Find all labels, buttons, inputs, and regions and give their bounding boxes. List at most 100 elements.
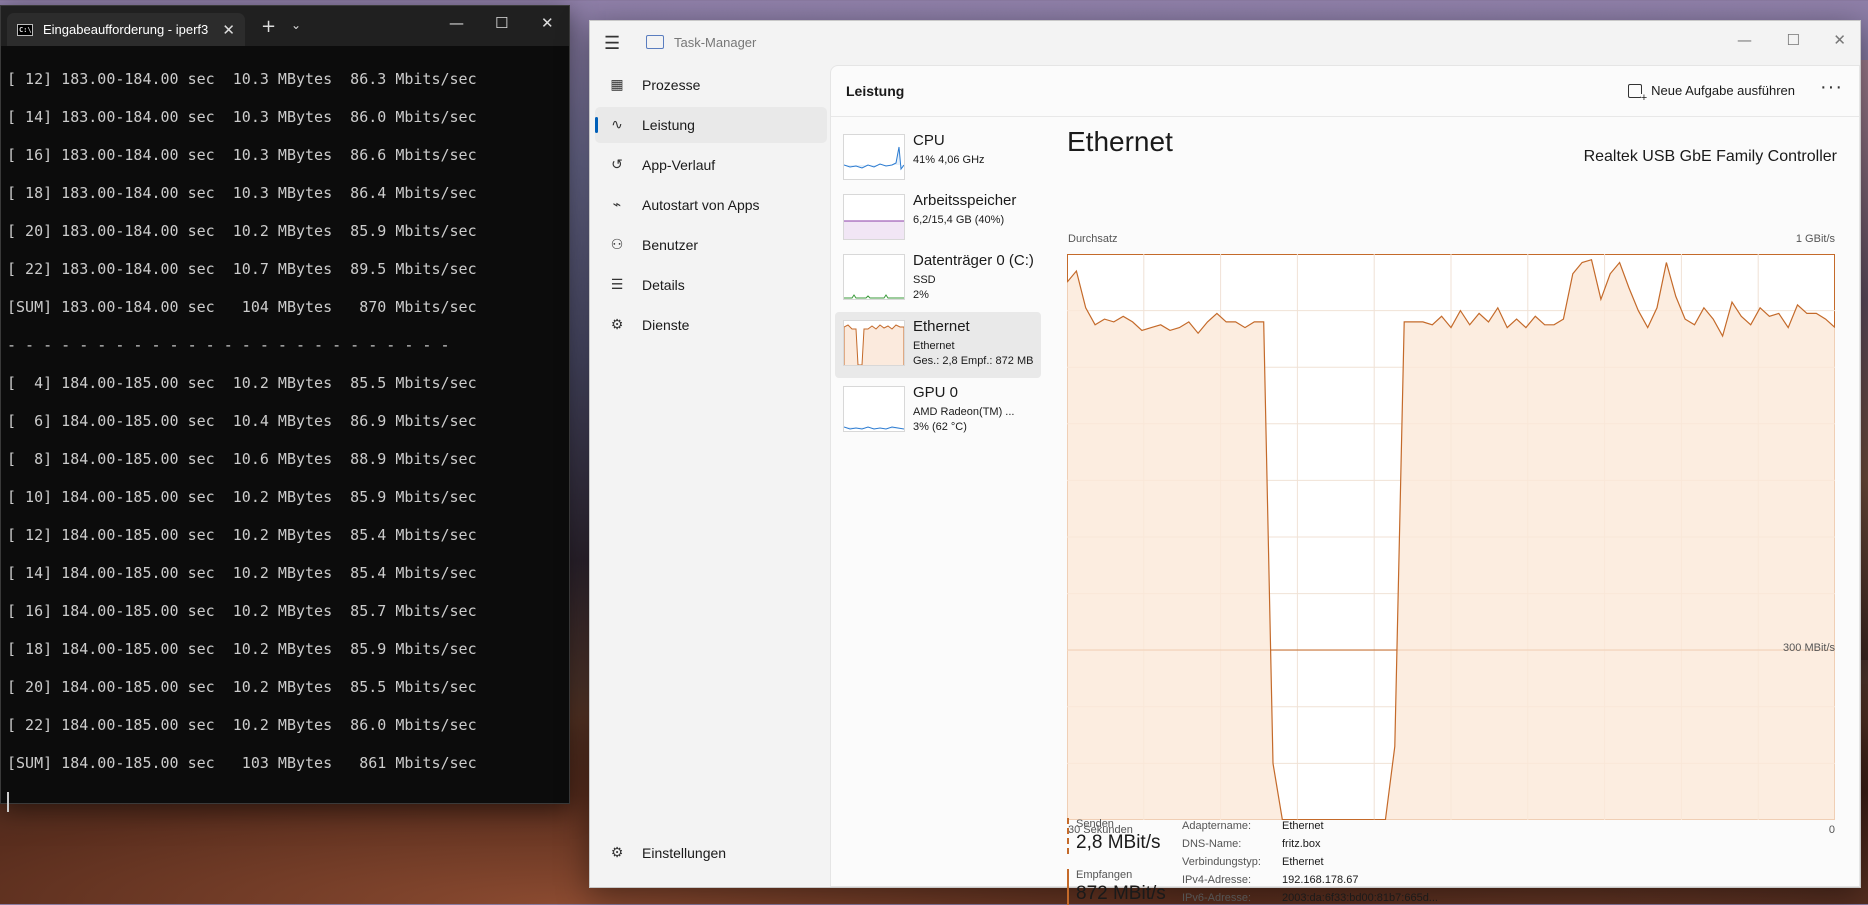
resource-item-cpu[interactable]: CPU 41% 4,06 GHz <box>835 126 1041 192</box>
new-task-button[interactable]: Neue Aufgabe ausführen <box>1628 83 1795 103</box>
terminal-output[interactable]: [ 12] 183.00-184.00 sec 10.3 MBytes 86.3… <box>1 46 569 812</box>
sidebar-item-settings[interactable]: ⚙ Einstellungen <box>595 835 827 871</box>
terminal-titlebar[interactable]: C:\ Eingabeaufforderung - iperf3 ✕ + ⌄ —… <box>1 6 569 46</box>
terminal-line: [SUM] 183.00-184.00 sec 104 MBytes 870 M… <box>7 298 477 316</box>
max-scale-label: 1 GBit/s <box>1795 233 1835 245</box>
resource-subtext: 6,2/15,4 GB (40%) <box>913 214 1005 226</box>
close-tab-icon[interactable]: ✕ <box>222 21 235 39</box>
new-task-icon <box>1628 83 1648 103</box>
sidebar-item-label: Prozesse <box>642 77 701 93</box>
performance-panel: Leistung Neue Aufgabe ausführen ··· CPU … <box>830 65 1860 905</box>
sidebar-item-label: App-Verlauf <box>642 157 716 173</box>
receive-stat: Empfangen 872 MBit/s <box>1067 869 1166 905</box>
resource-name: GPU 0 <box>913 384 959 401</box>
sidebar-item-label: Einstellungen <box>642 845 727 861</box>
mid-scale-label: 300 MBit/s <box>1783 642 1835 654</box>
resource-item-ethernet[interactable]: Ethernet Ethernet Ges.: 2,8 Empf.: 872 M… <box>835 312 1041 378</box>
maximize-button[interactable]: ☐ <box>1787 31 1800 49</box>
adapter-name: Realtek USB GbE Family Controller <box>1583 148 1837 165</box>
sidebar-item-users[interactable]: ⚇ Benutzer <box>595 227 827 263</box>
terminal-line: [ 12] 183.00-184.00 sec 10.3 MBytes 86.3… <box>7 70 477 88</box>
resource-subtext: Ethernet <box>913 340 955 352</box>
more-options-icon[interactable]: ··· <box>1820 76 1843 99</box>
processes-icon: ▦ <box>610 77 624 93</box>
terminal-line: [ 16] 183.00-184.00 sec 10.3 MBytes 86.6… <box>7 146 477 164</box>
throughput-label: Durchsatz <box>1068 233 1118 245</box>
terminal-line: [ 16] 184.00-185.00 sec 10.2 MBytes 85.7… <box>7 602 477 620</box>
sidebar-item-details[interactable]: ☰ Details <box>595 267 827 303</box>
dns-name-key: DNS-Name: <box>1182 838 1242 850</box>
resource-subtext: SSD <box>913 274 936 286</box>
sidebar: ▦ Prozesse ∿ Leistung ↺ App-Verlauf ⌁ Au… <box>590 65 830 887</box>
task-manager-window: ☰ Task-Manager — ☐ ✕ ▦ Prozesse ∿ Leistu… <box>589 20 1861 905</box>
terminal-tab-title: Eingabeaufforderung - iperf3 <box>43 22 209 37</box>
sidebar-item-processes[interactable]: ▦ Prozesse <box>595 67 827 103</box>
zero-label: 0 <box>1828 824 1835 836</box>
terminal-tab[interactable]: C:\ Eingabeaufforderung - iperf3 ✕ <box>7 13 245 46</box>
terminal-line: [ 6] 184.00-185.00 sec 10.4 MBytes 86.9 … <box>7 412 477 430</box>
sidebar-item-startup[interactable]: ⌁ Autostart von Apps <box>595 187 827 223</box>
disk-thumbnail-graph <box>843 254 905 300</box>
close-button[interactable]: ✕ <box>541 14 554 32</box>
cmd-icon: C:\ <box>17 23 33 36</box>
resource-item-disk[interactable]: Datenträger 0 (C:) SSD 2% <box>835 246 1041 312</box>
resource-name: CPU <box>913 132 945 149</box>
terminal-window: C:\ Eingabeaufforderung - iperf3 ✕ + ⌄ —… <box>0 5 570 812</box>
throughput-area <box>1067 259 1835 820</box>
terminal-line: - - - - - - - - - - - - - - - - - - - - … <box>7 336 450 354</box>
terminal-line: [ 4] 184.00-185.00 sec 10.2 MBytes 85.5 … <box>7 374 477 392</box>
task-manager-titlebar[interactable]: ☰ Task-Manager — ☐ ✕ <box>590 21 1860 65</box>
ipv6-key: IPv6-Adresse: <box>1182 892 1252 904</box>
dns-name-value: fritz.box <box>1282 838 1321 850</box>
sidebar-item-app-history[interactable]: ↺ App-Verlauf <box>595 147 827 183</box>
minimize-button[interactable]: — <box>449 14 464 32</box>
services-icon: ⚙ <box>610 317 624 333</box>
send-label: Senden <box>1076 818 1114 830</box>
text-cursor <box>7 792 9 812</box>
ipv6-value: 2003:da:6f33:bd00:81b7:665d... <box>1282 892 1438 904</box>
users-icon: ⚇ <box>610 237 624 253</box>
adapter-name-value: Ethernet <box>1282 820 1324 832</box>
terminal-line: [ 20] 184.00-185.00 sec 10.2 MBytes 85.5… <box>7 678 477 696</box>
resource-subtext: AMD Radeon(TM) ... <box>913 406 1015 418</box>
terminal-line: [ 10] 184.00-185.00 sec 10.2 MBytes 85.9… <box>7 488 477 506</box>
history-icon: ↺ <box>611 157 623 173</box>
resource-subtext: 41% 4,06 GHz <box>913 154 985 166</box>
sidebar-item-label: Dienste <box>642 317 690 333</box>
window-title: Task-Manager <box>674 35 757 50</box>
resource-name: Datenträger 0 (C:) <box>913 252 1034 269</box>
sidebar-item-label: Details <box>642 277 685 293</box>
receive-label: Empfangen <box>1076 869 1133 881</box>
ipv4-key: IPv4-Adresse: <box>1182 874 1252 886</box>
close-button[interactable]: ✕ <box>1833 31 1846 49</box>
send-stat: Senden 2,8 MBit/s <box>1067 818 1160 854</box>
ethernet-thumbnail-graph <box>843 320 905 366</box>
sidebar-item-performance[interactable]: ∿ Leistung <box>595 107 827 143</box>
sidebar-item-label: Leistung <box>642 117 695 133</box>
resource-item-memory[interactable]: Arbeitsspeicher 6,2/15,4 GB (40%) <box>835 186 1041 252</box>
sidebar-item-label: Autostart von Apps <box>642 197 760 213</box>
terminal-line: [ 18] 184.00-185.00 sec 10.2 MBytes 85.9… <box>7 640 477 658</box>
page-title: Leistung <box>846 83 905 99</box>
maximize-button[interactable]: ☐ <box>495 14 508 32</box>
terminal-line: [ 8] 184.00-185.00 sec 10.6 MBytes 88.9 … <box>7 450 477 468</box>
resource-item-gpu[interactable]: GPU 0 AMD Radeon(TM) ... 3% (62 °C) <box>835 378 1041 444</box>
new-tab-button[interactable]: + <box>261 16 276 37</box>
sidebar-item-services[interactable]: ⚙ Dienste <box>595 307 827 343</box>
performance-icon: ∿ <box>611 117 623 133</box>
connection-type-key: Verbindungstyp: <box>1182 856 1261 868</box>
minimize-button[interactable]: — <box>1737 31 1752 49</box>
terminal-line: [SUM] 184.00-185.00 sec 103 MBytes 861 M… <box>7 754 477 772</box>
throughput-graph <box>1067 254 1835 820</box>
settings-gear-icon: ⚙ <box>610 845 624 861</box>
hamburger-menu-icon[interactable]: ☰ <box>604 33 620 54</box>
panel-header: Leistung Neue Aufgabe ausführen ··· <box>831 66 1859 117</box>
gpu-thumbnail-graph <box>843 386 905 432</box>
chevron-down-icon[interactable]: ⌄ <box>291 18 301 32</box>
task-manager-app-icon <box>646 35 664 49</box>
terminal-line: [ 20] 183.00-184.00 sec 10.2 MBytes 85.9… <box>7 222 477 240</box>
resource-subtext: Ges.: 2,8 Empf.: 872 MB <box>913 355 1034 367</box>
terminal-line: [ 22] 184.00-185.00 sec 10.2 MBytes 86.0… <box>7 716 477 734</box>
terminal-line: [ 18] 183.00-184.00 sec 10.3 MBytes 86.4… <box>7 184 477 202</box>
terminal-line: [ 14] 183.00-184.00 sec 10.3 MBytes 86.0… <box>7 108 477 126</box>
